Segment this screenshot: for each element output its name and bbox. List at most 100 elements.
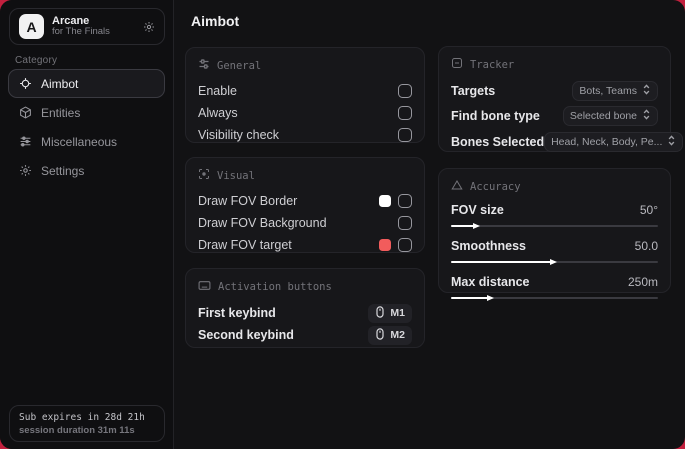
- setting-row-bones-selected: Bones Selected Head, Neck, Body, Pe...: [451, 129, 684, 155]
- first-keybind-button[interactable]: M1: [368, 303, 412, 323]
- setting-row-draw-fov-background: Draw FOV Background: [198, 212, 412, 234]
- main-content: Aimbot General Enable Always Visibility …: [175, 0, 685, 449]
- setting-row-draw-fov-target: Draw FOV target: [198, 234, 412, 256]
- setting-row-targets: Targets Bots, Teams: [451, 79, 658, 103]
- setting-label: Draw FOV Border: [198, 194, 298, 208]
- card-general: General Enable Always Visibility check: [185, 47, 425, 143]
- square-minus-icon: [451, 57, 463, 72]
- smoothness-slider[interactable]: [451, 258, 658, 265]
- fov-size-value: 50°: [639, 203, 658, 217]
- fov-size-slider[interactable]: [451, 222, 658, 229]
- setting-label: First keybind: [198, 306, 276, 320]
- card-visual: Visual Draw FOV Border Draw FOV Backgrou…: [185, 157, 425, 253]
- sub-expiry-text: Sub expires in 28d 21h: [19, 411, 145, 423]
- setting-row-find-bone-type: Find bone type Selected bone: [451, 103, 658, 129]
- setting-row-visibility-check: Visibility check: [198, 124, 412, 146]
- setting-label: Draw FOV target: [198, 238, 292, 252]
- sidebar-item-entities[interactable]: Entities: [8, 98, 165, 127]
- enable-checkbox[interactable]: [398, 84, 412, 98]
- category-label: Category: [15, 55, 58, 66]
- bones-selected-select[interactable]: Head, Neck, Body, Pe...: [544, 132, 684, 152]
- smoothness-value: 50.0: [634, 239, 658, 253]
- card-title: Visual: [217, 169, 255, 182]
- card-accuracy: Accuracy FOV size 50° Smoothness 50.0 Ma…: [438, 168, 671, 301]
- slider-thumb[interactable]: [472, 222, 480, 229]
- setting-label: Bones Selected: [451, 135, 545, 149]
- session-duration-text: session duration 31m 11s: [19, 424, 135, 436]
- card-activation-buttons: Activation buttons First keybind M1 Seco…: [185, 268, 425, 348]
- card-title: General: [217, 59, 262, 72]
- setting-label: Second keybind: [198, 328, 294, 342]
- sidebar-item-settings[interactable]: Settings: [8, 156, 165, 185]
- setting-label: Always: [198, 106, 238, 120]
- keyboard-icon: [198, 279, 211, 295]
- setting-label: Max distance: [451, 275, 530, 289]
- sidebar-item-label: Miscellaneous: [41, 134, 118, 149]
- gear-icon[interactable]: [143, 21, 155, 33]
- brand-logo: A: [19, 14, 44, 39]
- chevron-up-down-icon: [642, 109, 651, 123]
- sidebar-nav: Aimbot Entities Miscellaneous Settings: [8, 69, 165, 185]
- keybind-value: M1: [390, 307, 405, 319]
- setting-label: Targets: [451, 84, 496, 98]
- subscription-card: Sub expires in 28d 21h session duration …: [9, 405, 165, 442]
- gear-icon: [19, 164, 32, 177]
- setting-label: Enable: [198, 84, 237, 98]
- draw-fov-background-checkbox[interactable]: [398, 216, 412, 230]
- draw-fov-target-checkbox[interactable]: [398, 238, 412, 252]
- card-title: Tracker: [470, 58, 515, 71]
- brand-subtitle: for The Finals: [52, 26, 110, 38]
- setting-row-max-distance: Max distance 250m: [451, 273, 658, 301]
- setting-row-draw-fov-border: Draw FOV Border: [198, 190, 412, 212]
- scan-eye-icon: [198, 168, 210, 183]
- app-window: A Arcane for The Finals Category Aimbot …: [0, 0, 685, 449]
- cube-icon: [19, 106, 32, 119]
- color-swatch-red[interactable]: [379, 239, 391, 251]
- card-tracker: Tracker Targets Bots, Teams Find bone ty…: [438, 46, 684, 155]
- setting-label: FOV size: [451, 203, 504, 217]
- find-bone-type-select[interactable]: Selected bone: [562, 106, 658, 126]
- select-value: Head, Neck, Body, Pe...: [551, 136, 663, 148]
- sidebar-item-label: Aimbot: [41, 76, 79, 91]
- always-checkbox[interactable]: [398, 106, 412, 120]
- max-distance-value: 250m: [627, 275, 658, 289]
- setting-row-smoothness: Smoothness 50.0: [451, 237, 658, 265]
- card-title: Activation buttons: [218, 281, 332, 293]
- sidebar-item-miscellaneous[interactable]: Miscellaneous: [8, 127, 165, 156]
- crosshair-icon: [19, 77, 32, 90]
- mouse-icon: [375, 305, 385, 321]
- sliders-icon: [19, 135, 32, 148]
- setting-label: Smoothness: [451, 239, 527, 253]
- select-value: Selected bone: [569, 110, 637, 122]
- setting-row-first-keybind: First keybind M1: [198, 302, 412, 324]
- sidebar-item-label: Entities: [41, 105, 81, 120]
- select-value: Bots, Teams: [579, 85, 637, 97]
- draw-fov-border-checkbox[interactable]: [398, 194, 412, 208]
- chevron-up-down-icon: [667, 135, 676, 149]
- chevron-up-down-icon: [642, 84, 651, 98]
- color-swatch-white[interactable]: [379, 195, 391, 207]
- setting-label: Draw FOV Background: [198, 216, 327, 230]
- targets-select[interactable]: Bots, Teams: [572, 81, 658, 101]
- tune-icon: [198, 58, 210, 73]
- setting-row-enable: Enable: [198, 80, 412, 102]
- mouse-icon: [375, 327, 385, 343]
- visibility-check-checkbox[interactable]: [398, 128, 412, 142]
- page-title: Aimbot: [191, 13, 240, 29]
- setting-row-fov-size: FOV size 50°: [451, 201, 658, 229]
- slider-thumb[interactable]: [487, 294, 495, 301]
- setting-label: Visibility check: [198, 128, 280, 142]
- setting-row-second-keybind: Second keybind M2: [198, 324, 412, 346]
- card-title: Accuracy: [470, 180, 521, 193]
- sidebar-item-label: Settings: [41, 163, 85, 178]
- setting-label: Find bone type: [451, 109, 540, 123]
- max-distance-slider[interactable]: [451, 294, 658, 301]
- slider-thumb[interactable]: [549, 258, 557, 265]
- brand-card: A Arcane for The Finals: [9, 8, 165, 45]
- keybind-value: M2: [390, 329, 405, 341]
- second-keybind-button[interactable]: M2: [368, 325, 412, 345]
- triangle-icon: [451, 179, 463, 194]
- setting-row-always: Always: [198, 102, 412, 124]
- sidebar: A Arcane for The Finals Category Aimbot …: [0, 0, 174, 449]
- sidebar-item-aimbot[interactable]: Aimbot: [8, 69, 165, 98]
